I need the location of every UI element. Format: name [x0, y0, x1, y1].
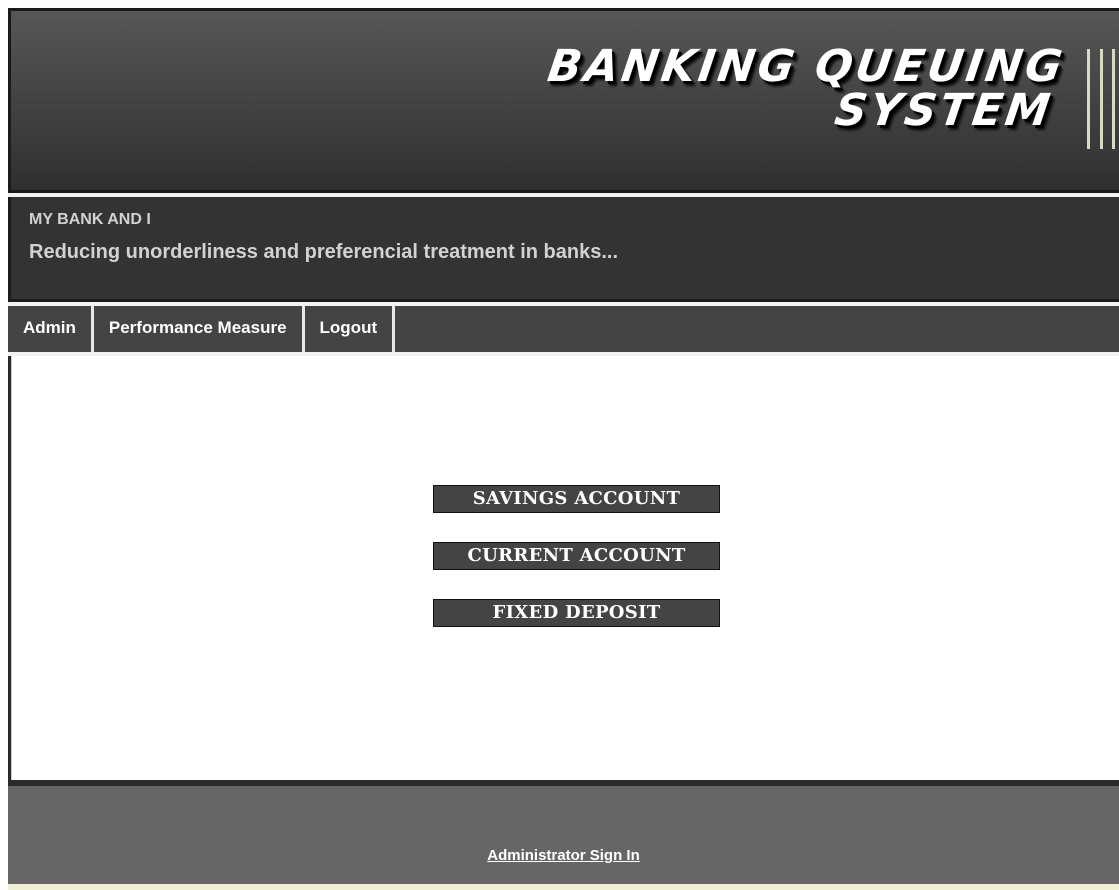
page-frame: BANKING QUEUING SYSTEM MY BANK AND I Red…: [8, 8, 1119, 890]
site-logo: BANKING QUEUING SYSTEM: [538, 41, 1068, 136]
administrator-sign-in-link[interactable]: Administrator Sign In: [8, 847, 1119, 864]
main-nav: Admin Performance Measure Logout: [8, 306, 1119, 352]
logo-line-2: SYSTEM: [831, 85, 1056, 136]
nav-item-logout[interactable]: Logout: [305, 306, 396, 352]
site-title: MY BANK AND I: [29, 211, 151, 228]
header-banner: BANKING QUEUING SYSTEM: [8, 8, 1119, 193]
fixed-deposit-button[interactable]: FIXED DEPOSIT: [433, 599, 720, 627]
site-subheader: MY BANK AND I Reducing unorderliness and…: [8, 197, 1119, 302]
main-content: SAVINGS ACCOUNT CURRENT ACCOUNT FIXED DE…: [11, 356, 1119, 780]
nav-item-performance-measure[interactable]: Performance Measure: [94, 306, 305, 352]
site-tagline: Reducing unorderliness and preferencial …: [29, 241, 619, 263]
logo-bars-icon: [1087, 49, 1115, 149]
footer-strip: [8, 884, 1119, 890]
nav-item-admin[interactable]: Admin: [8, 306, 94, 352]
savings-account-button[interactable]: SAVINGS ACCOUNT: [433, 485, 720, 513]
page-footer: Administrator Sign In: [8, 786, 1119, 884]
current-account-button[interactable]: CURRENT ACCOUNT: [433, 542, 720, 570]
